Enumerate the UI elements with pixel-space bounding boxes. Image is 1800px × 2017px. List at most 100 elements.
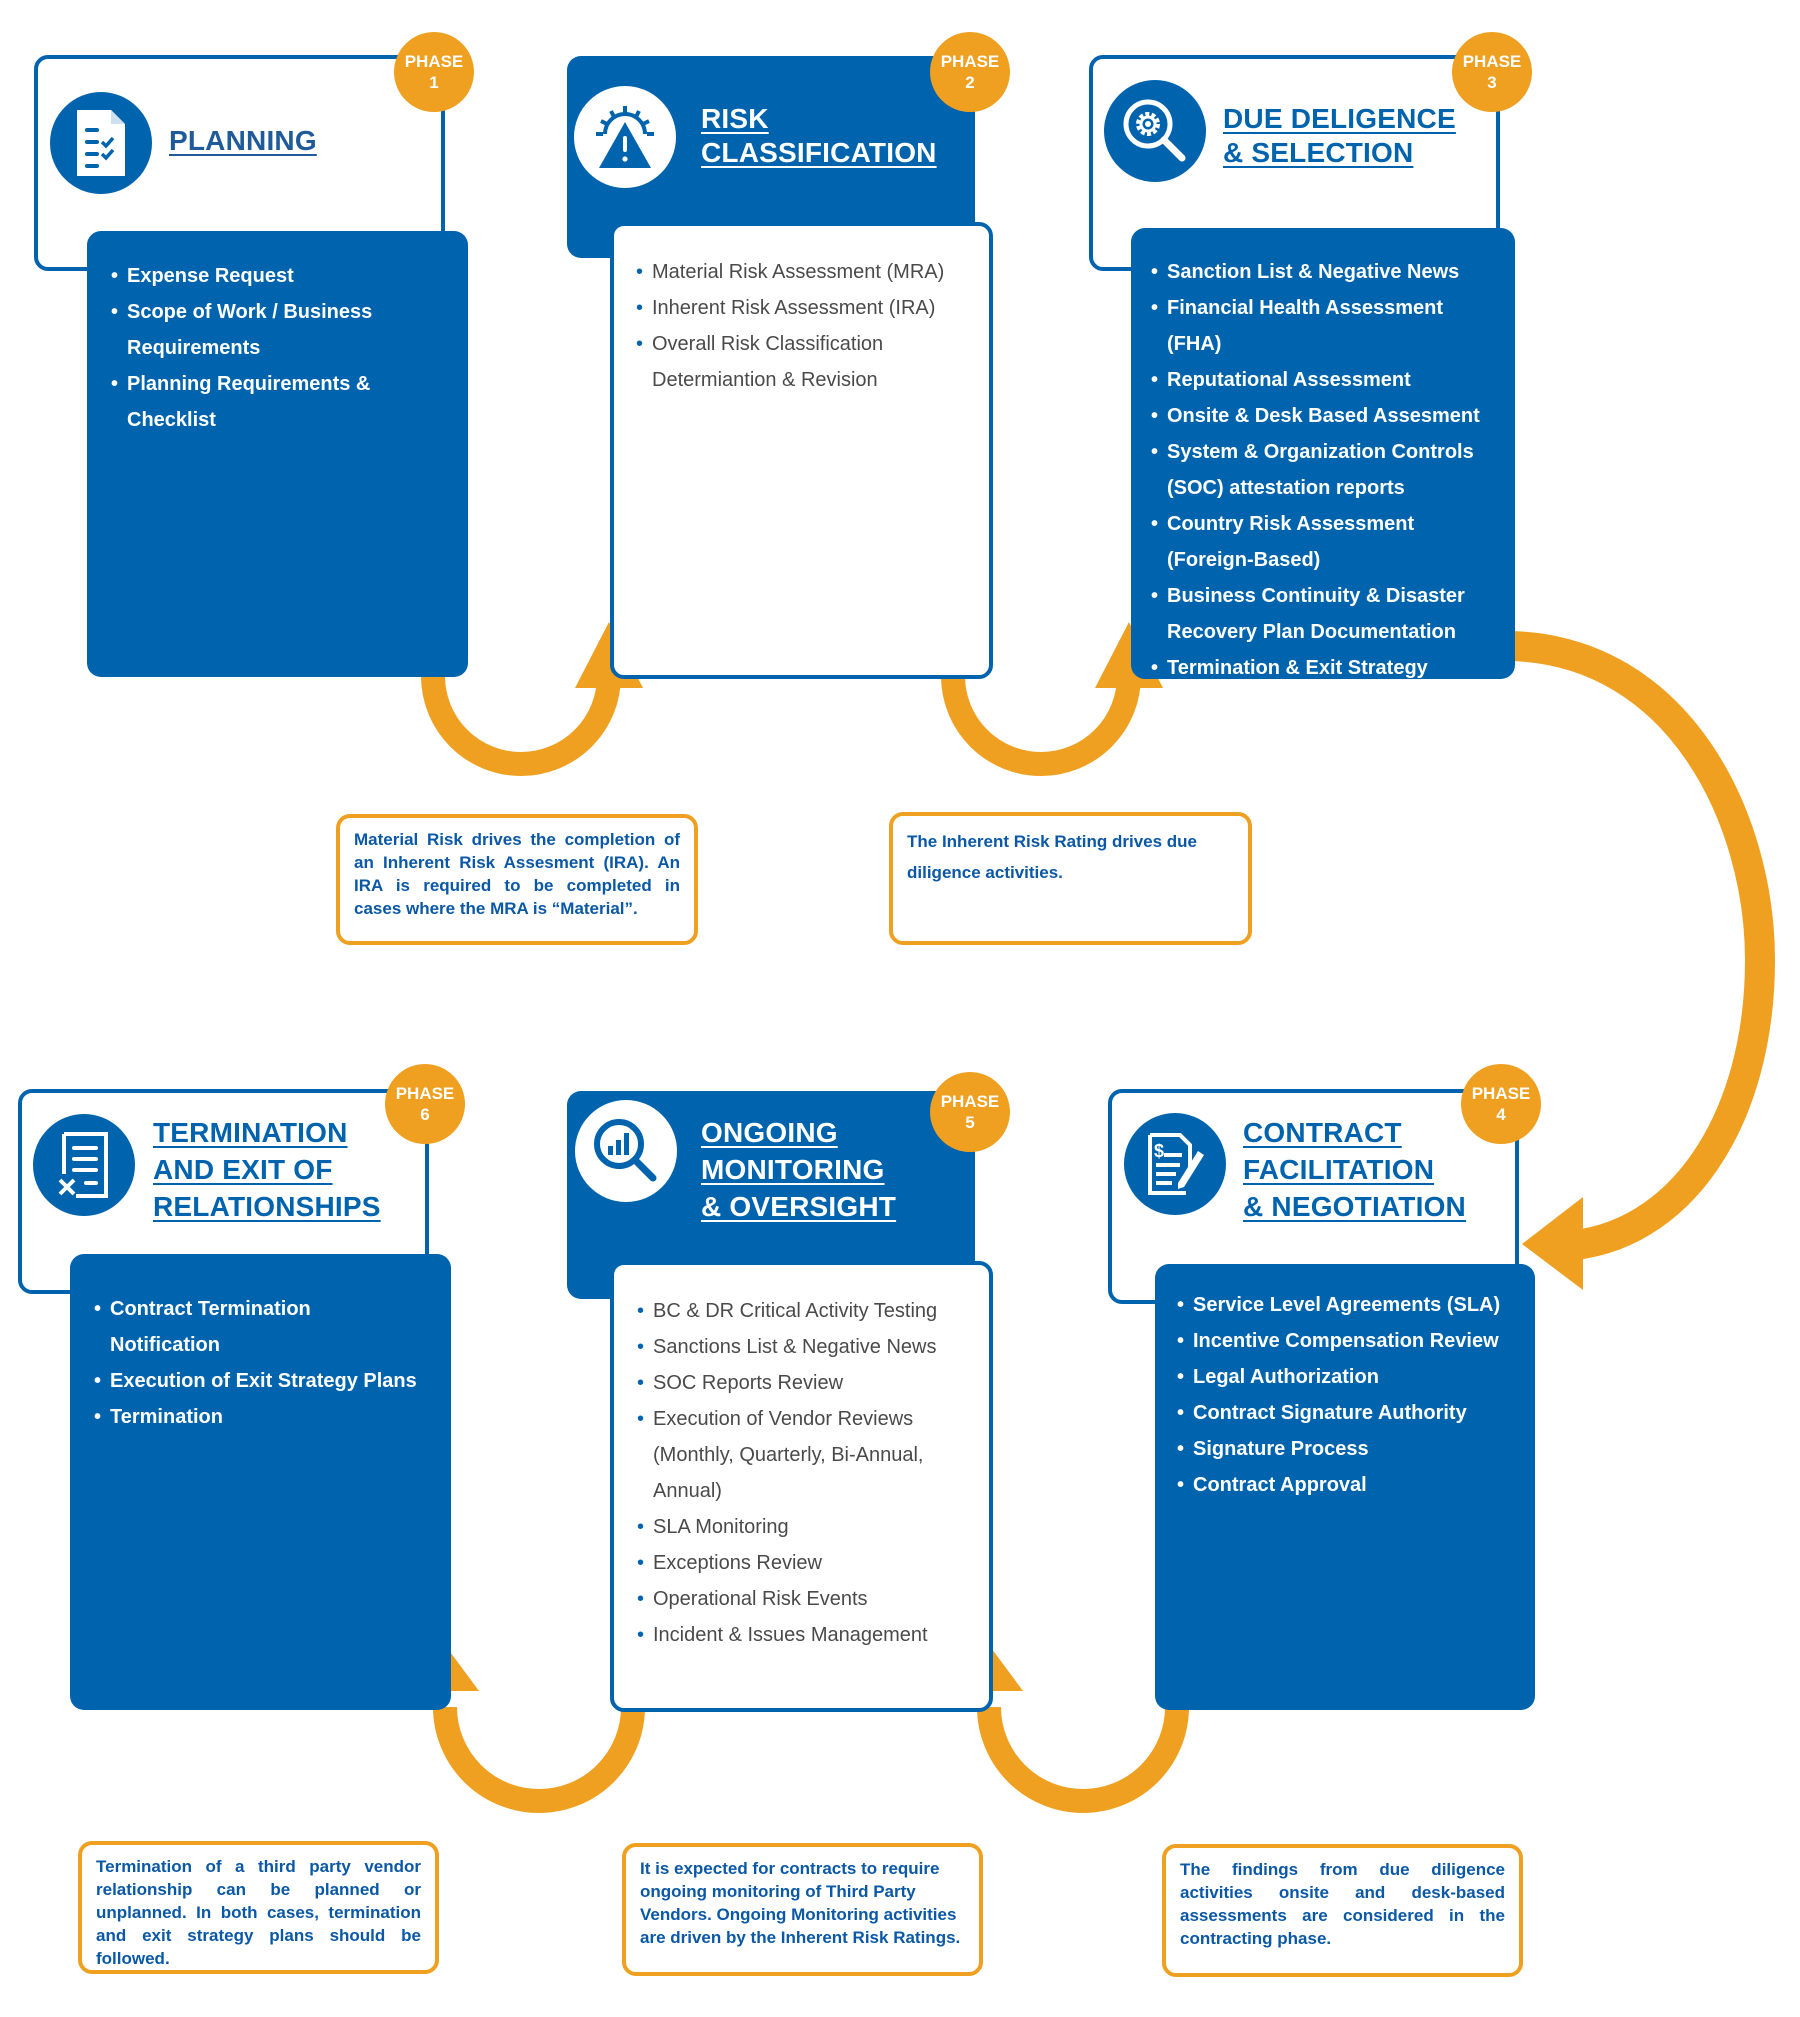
phase-5-item-list: BC & DR Critical Activity Testing Sancti…: [637, 1293, 975, 1653]
phase-1-item-list: Expense Request Scope of Work / Business…: [111, 258, 448, 438]
note-termination: Termination of a third party vendor rela…: [78, 1841, 439, 1974]
svg-text:$: $: [1154, 1141, 1164, 1161]
phase-2-badge: PHASE 2: [930, 32, 1010, 112]
phase-3-icon-circle: [1104, 80, 1206, 182]
list-item: Termination & Exit Strategy: [1151, 650, 1501, 686]
phase-badge-label: PHASE: [940, 1092, 1000, 1111]
list-item: Termination: [94, 1399, 437, 1435]
phase-5-title: ONGOING MONITORING & OVERSIGHT: [701, 1114, 896, 1225]
list-item: Execution of Vendor Reviews (Monthly, Qu…: [637, 1401, 953, 1509]
list-item: Scope of Work / Business Requirements: [111, 294, 377, 366]
phase-5-title-line: MONITORING: [701, 1154, 885, 1185]
list-item: Contract Signature Authority: [1177, 1395, 1521, 1431]
phase-badge-label: PHASE: [1471, 1084, 1531, 1103]
list-item: Material Risk Assessment (MRA): [636, 254, 969, 290]
phase-5-title-line: & OVERSIGHT: [701, 1191, 897, 1222]
phase-3-title: DUE DELIGENCE & SELECTION: [1223, 102, 1456, 170]
phase-4-title-line: CONTRACT: [1243, 1117, 1402, 1148]
list-item: System & Organization Controls (SOC) att…: [1151, 434, 1487, 506]
phase-badge-label: PHASE: [404, 52, 464, 71]
magnifier-chart-icon: [594, 1119, 657, 1182]
note-text: The findings from due diligence activiti…: [1180, 1860, 1505, 1948]
phase-6-item-list: Contract Termination Notification Execut…: [94, 1291, 437, 1435]
list-item: Service Level Agreements (SLA): [1177, 1287, 1521, 1323]
note-text: Material Risk drives the completion of a…: [354, 830, 680, 918]
phase-6-items-card: Contract Termination Notification Execut…: [70, 1254, 451, 1710]
arrow-phase3-to-phase4: [1509, 631, 1776, 1290]
list-item: Onsite & Desk Based Assesment: [1151, 398, 1501, 434]
list-item: Planning Requirements & Checklist: [111, 366, 377, 438]
list-item: Sanctions List & Negative News: [637, 1329, 975, 1365]
list-item: Signature Process: [1177, 1431, 1521, 1467]
list-item: Country Risk Assessment (Foreign-Based): [1151, 506, 1427, 578]
note-contracting: The findings from due diligence activiti…: [1162, 1844, 1523, 1977]
phase-badge-number: 1: [429, 73, 439, 92]
list-item: Incident & Issues Management: [637, 1617, 975, 1653]
list-item: Contract Approval: [1177, 1467, 1521, 1503]
phase-1-icon-circle: [50, 92, 152, 194]
phase-4-title: CONTRACT FACILITATION & NEGOTIATION: [1243, 1114, 1466, 1225]
list-item: Contract Termination Notification: [94, 1291, 340, 1363]
phase-3-title-line: DUE DELIGENCE: [1223, 103, 1456, 134]
phase-4-icon-circle: $: [1124, 1113, 1226, 1215]
phase-4-title-line: & NEGOTIATION: [1243, 1191, 1466, 1222]
phase-4-title-line: FACILITATION: [1243, 1154, 1435, 1185]
phase-2-icon-circle: [574, 86, 676, 188]
phase-6-badge: PHASE 6: [385, 1064, 465, 1144]
note-ira-drives-due-diligence: The Inherent Risk Rating drives due dili…: [889, 812, 1252, 945]
note-ongoing-monitoring: It is expected for contracts to require …: [622, 1843, 983, 1976]
phase-3-badge: PHASE 3: [1452, 32, 1532, 112]
list-item: Business Continuity & Disaster Recovery …: [1151, 578, 1487, 650]
phase-3-title-line: & SELECTION: [1223, 137, 1414, 168]
phase-6-title-line: RELATIONSHIPS: [153, 1191, 381, 1222]
phase-4-item-list: Service Level Agreements (SLA) Incentive…: [1177, 1287, 1521, 1503]
contract-pen-icon: $: [1148, 1133, 1204, 1195]
phase-1-title-line: PLANNING: [169, 125, 317, 156]
list-item: Reputational Assessment: [1151, 362, 1501, 398]
list-item: Execution of Exit Strategy Plans: [94, 1363, 437, 1399]
warning-gear-icon: [596, 106, 654, 168]
list-item: Exceptions Review: [637, 1545, 975, 1581]
phase-badge-number: 5: [965, 1113, 975, 1132]
phase-badge-label: PHASE: [940, 52, 1000, 71]
note-mra-drives-ira: Material Risk drives the completion of a…: [336, 814, 698, 945]
phase-5-items-card: BC & DR Critical Activity Testing Sancti…: [610, 1261, 993, 1712]
phase-badge-number: 6: [420, 1105, 430, 1124]
document-x-icon: [58, 1132, 108, 1198]
phase-2-title-line: RISK: [701, 103, 769, 134]
list-item: Incentive Compensation Review: [1177, 1323, 1521, 1359]
phase-3-item-list: Sanction List & Negative News Financial …: [1151, 254, 1501, 686]
list-item: SOC Reports Review: [637, 1365, 975, 1401]
list-item: Legal Authorization: [1177, 1359, 1521, 1395]
phase-1-title: PLANNING: [169, 124, 317, 158]
phase-1-badge: PHASE 1: [394, 32, 474, 112]
phase-5-badge: PHASE 5: [930, 1072, 1010, 1152]
note-text: The Inherent Risk Rating drives due dili…: [907, 832, 1198, 882]
phase-badge-number: 2: [965, 73, 975, 92]
phase-4-items-card: Service Level Agreements (SLA) Incentive…: [1155, 1264, 1535, 1710]
phase-badge-label: PHASE: [395, 1084, 455, 1103]
list-item: Expense Request: [111, 258, 448, 294]
phase-2-items-card: Material Risk Assessment (MRA) Inherent …: [610, 222, 993, 679]
list-item: BC & DR Critical Activity Testing: [637, 1293, 975, 1329]
list-item: Operational Risk Events: [637, 1581, 975, 1617]
list-item: Sanction List & Negative News: [1151, 254, 1501, 290]
phase-1-items-card: Expense Request Scope of Work / Business…: [87, 231, 468, 677]
note-text: It is expected for contracts to require …: [640, 1859, 961, 1947]
list-item: Overall Risk Classification Determiantio…: [636, 326, 922, 398]
phase-4-badge: PHASE 4: [1461, 1064, 1541, 1144]
phase-6-title-line: AND EXIT OF: [153, 1154, 333, 1185]
phase-badge-label: PHASE: [1462, 52, 1522, 71]
phase-5-icon-circle: [575, 1100, 677, 1202]
list-item: SLA Monitoring: [637, 1509, 975, 1545]
phase-6-title-line: TERMINATION: [153, 1117, 348, 1148]
phase-5-title-line: ONGOING: [701, 1117, 838, 1148]
phase-badge-number: 3: [1487, 73, 1497, 92]
phase-6-icon-circle: [33, 1114, 135, 1216]
list-item: Financial Health Assessment (FHA): [1151, 290, 1501, 362]
phase-6-title: TERMINATION AND EXIT OF RELATIONSHIPS: [153, 1114, 381, 1225]
magnifier-gear-icon: [1123, 99, 1186, 162]
phase-2-title-line: CLASSIFICATION: [701, 137, 937, 168]
phase-3-items-card: Sanction List & Negative News Financial …: [1131, 228, 1515, 686]
phase-2-item-list: Material Risk Assessment (MRA) Inherent …: [636, 254, 969, 398]
